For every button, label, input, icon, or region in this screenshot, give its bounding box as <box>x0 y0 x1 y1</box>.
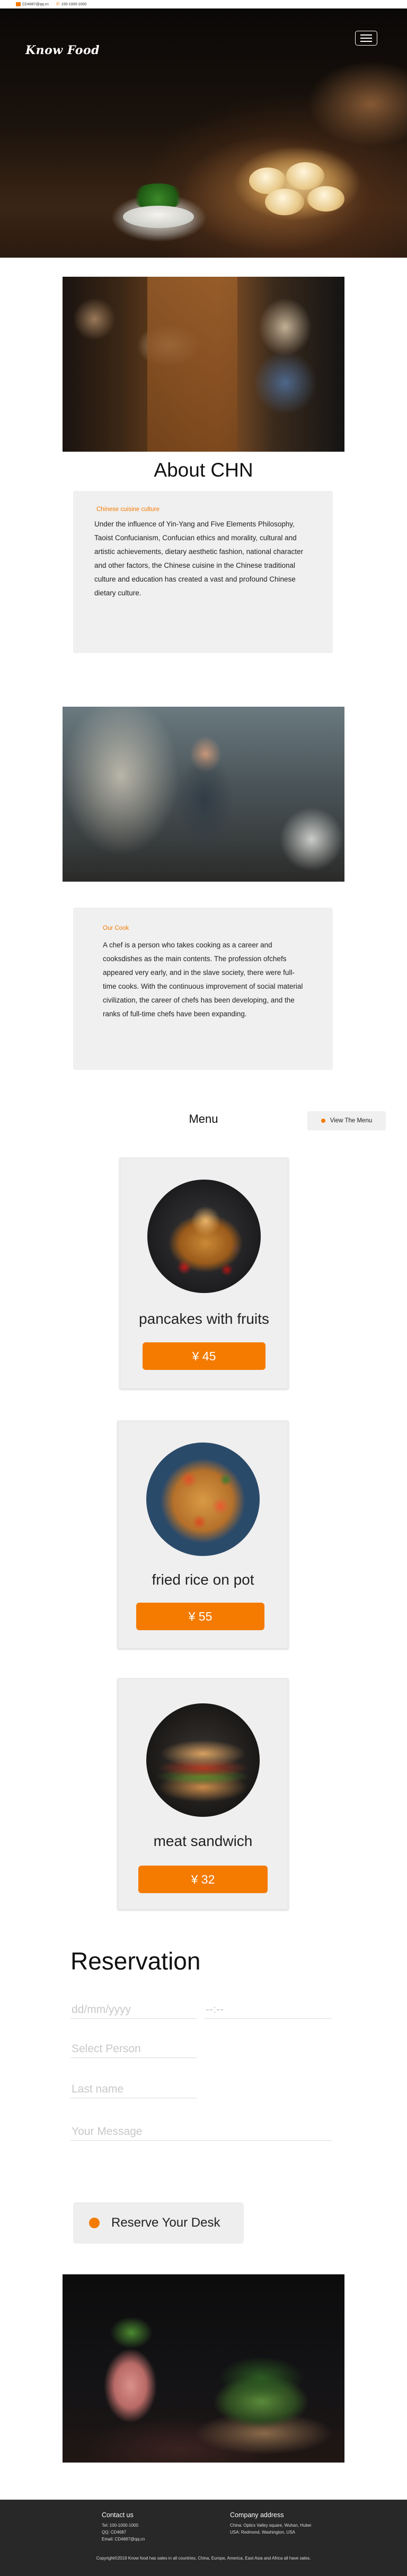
footer-address: Company address China: Optics Valley squ… <box>230 2511 311 2536</box>
cook-card: Our Cook A chef is a person who takes co… <box>73 908 333 1070</box>
hero-dumpling <box>307 186 344 212</box>
topbar-email-text: CD4687@qq.cn <box>22 2 49 6</box>
about-label: Chinese cuisine culture <box>96 506 160 513</box>
footer: Contact us Tel: 100-1000-1000 QQ: CD4687… <box>0 2500 407 2576</box>
dot-icon <box>321 1119 325 1123</box>
envelope-icon <box>16 2 21 6</box>
footer-address-line: USA: Redmond, Washington, USA <box>230 2530 295 2535</box>
menu-item-price-button[interactable]: ¥ 32 <box>138 1866 268 1893</box>
about-photo <box>63 277 344 452</box>
time-input[interactable] <box>205 2001 332 2019</box>
footer-address-line: China: Optics Valley square, Wuhan, Hube… <box>230 2523 312 2528</box>
footer-address-heading: Company address <box>230 2511 284 2519</box>
menu-item-card: pancakes with fruits ¥ 45 <box>120 1158 288 1389</box>
footer-tel: Tel: 100-1000-1000 <box>102 2523 138 2528</box>
hero-banner: Know Food <box>0 8 407 258</box>
footer-contact: Contact us Tel: 100-1000-1000 QQ: CD4687… <box>102 2511 145 2543</box>
fried-rice-image <box>146 1443 260 1556</box>
topbar-email[interactable]: CD4687@qq.cn <box>16 2 49 6</box>
hamburger-icon <box>360 34 372 36</box>
view-menu-label: View The Menu <box>330 1118 373 1124</box>
hero-dumpling <box>286 162 324 190</box>
dot-icon <box>89 2218 100 2228</box>
cook-label: Our Cook <box>103 925 129 931</box>
menu-item-name: meat sandwich <box>153 1833 253 1849</box>
dessert-photo <box>63 2274 344 2463</box>
last-name-field[interactable] <box>70 2080 197 2098</box>
cook-text: A chef is a person who takes cooking as … <box>103 941 303 1018</box>
cook-photo <box>63 707 344 882</box>
about-photo-table <box>147 277 237 452</box>
topbar-phone[interactable]: ✆ 100-1000-1000 <box>56 2 86 6</box>
reserve-desk-button[interactable]: Reserve Your Desk <box>73 2202 244 2244</box>
reserve-desk-label: Reserve Your Desk <box>111 2215 220 2230</box>
hamburger-icon <box>360 38 372 39</box>
menu-item-card: fried rice on pot ¥ 55 <box>118 1421 288 1649</box>
footer-qq: QQ: CD4687 <box>102 2530 127 2535</box>
nav-menu-button[interactable] <box>355 31 377 46</box>
menu-item-price-button[interactable]: ¥ 45 <box>143 1342 266 1370</box>
pancakes-image <box>147 1180 261 1293</box>
footer-contact-heading: Contact us <box>102 2511 134 2519</box>
hamburger-icon <box>360 41 372 42</box>
date-input[interactable] <box>70 2001 197 2019</box>
about-title: About CHN <box>154 459 253 481</box>
about-card: Chinese cuisine culture Under the influe… <box>73 491 333 653</box>
about-text: Under the influence of Yin-Yang and Five… <box>94 520 303 597</box>
footer-email[interactable]: Email: CD4687@qq.cn <box>102 2536 145 2543</box>
hero-bowl <box>123 206 194 228</box>
top-contact-bar: CD4687@qq.cn ✆ 100-1000-1000 <box>0 0 407 8</box>
footer-copyright: Copyright©2019 Know food has sales in al… <box>96 2556 311 2561</box>
select-person-field[interactable] <box>70 2040 197 2058</box>
phone-icon: ✆ <box>56 2 60 6</box>
message-field[interactable] <box>70 2123 332 2141</box>
menu-item-name: fried rice on pot <box>152 1571 254 1588</box>
view-menu-button[interactable]: View The Menu <box>307 1111 386 1130</box>
menu-item-card: meat sandwich ¥ 32 <box>118 1678 288 1910</box>
sandwich-image <box>146 1703 260 1817</box>
menu-item-name: pancakes with fruits <box>139 1311 269 1327</box>
brand-logo[interactable]: Know Food <box>25 43 100 57</box>
reservation-title: Reservation <box>70 1947 201 1975</box>
menu-item-price-button[interactable]: ¥ 55 <box>136 1603 264 1630</box>
topbar-phone-text: 100-1000-1000 <box>61 2 87 6</box>
hero-dumpling <box>265 189 304 215</box>
